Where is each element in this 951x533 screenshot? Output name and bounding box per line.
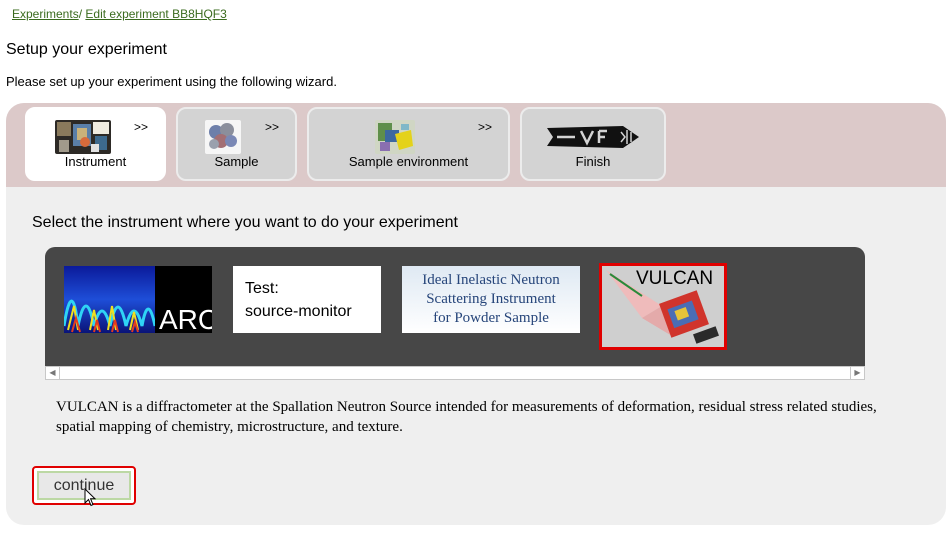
finish-logo-icon <box>547 120 639 154</box>
tab-sample-label: Sample <box>214 154 259 169</box>
instrument-card-test-source-monitor[interactable]: Test: source-monitor <box>233 266 381 333</box>
test-card-line1: Test: <box>245 280 279 297</box>
test-card-line2: source-monitor <box>245 303 352 320</box>
tab-instrument-arrow: >> <box>133 120 148 134</box>
instrument-card-vulcan[interactable]: VULCAN <box>599 263 727 350</box>
scroll-right-arrow-icon[interactable]: ▶ <box>850 367 864 379</box>
tab-sample-arrow: >> <box>264 120 279 134</box>
ideal-card-line1: Ideal Inelastic Neutron <box>422 272 560 288</box>
breadcrumb: Experiments/ Edit experiment BB8HQF3 <box>12 7 227 21</box>
breadcrumb-edit-experiment-link[interactable]: Edit experiment BB8HQF3 <box>85 7 226 21</box>
instrument-photo-icon <box>55 120 111 154</box>
intro-text: Please set up your experiment using the … <box>6 74 337 89</box>
instrument-carousel: ARCS Test: source-monitor Ideal Inelasti… <box>45 247 865 366</box>
arcs-thumbnail-icon: ARCS <box>64 266 212 333</box>
breadcrumb-separator: / <box>78 7 83 21</box>
wizard-tab-bar: >> Instrument >> Sample >> Sample enviro… <box>6 103 946 187</box>
ideal-card-line2: Scattering Instrument <box>426 291 556 307</box>
atom-cluster-icon <box>205 120 241 154</box>
instrument-description: VULCAN is a diffractometer at the Spalla… <box>56 399 877 435</box>
scroll-left-arrow-icon[interactable]: ◀ <box>46 367 60 379</box>
tab-finish-label: Finish <box>575 154 611 169</box>
breadcrumb-experiments-link[interactable]: Experiments <box>12 7 79 21</box>
tab-sample[interactable]: >> Sample <box>176 107 297 181</box>
tab-sample-environment-label: Sample environment <box>348 154 469 169</box>
wizard-panel: >> Instrument >> Sample >> Sample enviro… <box>6 103 946 525</box>
mouse-pointer-icon <box>84 488 97 507</box>
sample-environment-icon <box>375 120 415 154</box>
tab-sample-environment-arrow: >> <box>477 120 492 134</box>
vulcan-label: VULCAN <box>636 268 713 289</box>
tab-instrument-label: Instrument <box>64 154 127 169</box>
ideal-card-line3: for Powder Sample <box>433 310 549 326</box>
arcs-label: ARCS <box>159 304 212 333</box>
page-title: Setup your experiment <box>6 41 167 58</box>
vulcan-thumbnail-icon: VULCAN <box>602 266 724 347</box>
tab-sample-environment[interactable]: >> Sample environment <box>307 107 510 181</box>
instrument-card-ideal-inelastic[interactable]: Ideal Inelastic Neutron Scattering Instr… <box>402 266 580 333</box>
tab-instrument[interactable]: >> Instrument <box>25 107 166 181</box>
tab-finish[interactable]: Finish <box>520 107 666 181</box>
carousel-scrollbar[interactable]: ◀ ▶ <box>45 366 865 380</box>
instrument-prompt: Select the instrument where you want to … <box>32 214 458 231</box>
instrument-card-arcs[interactable]: ARCS <box>64 266 212 333</box>
